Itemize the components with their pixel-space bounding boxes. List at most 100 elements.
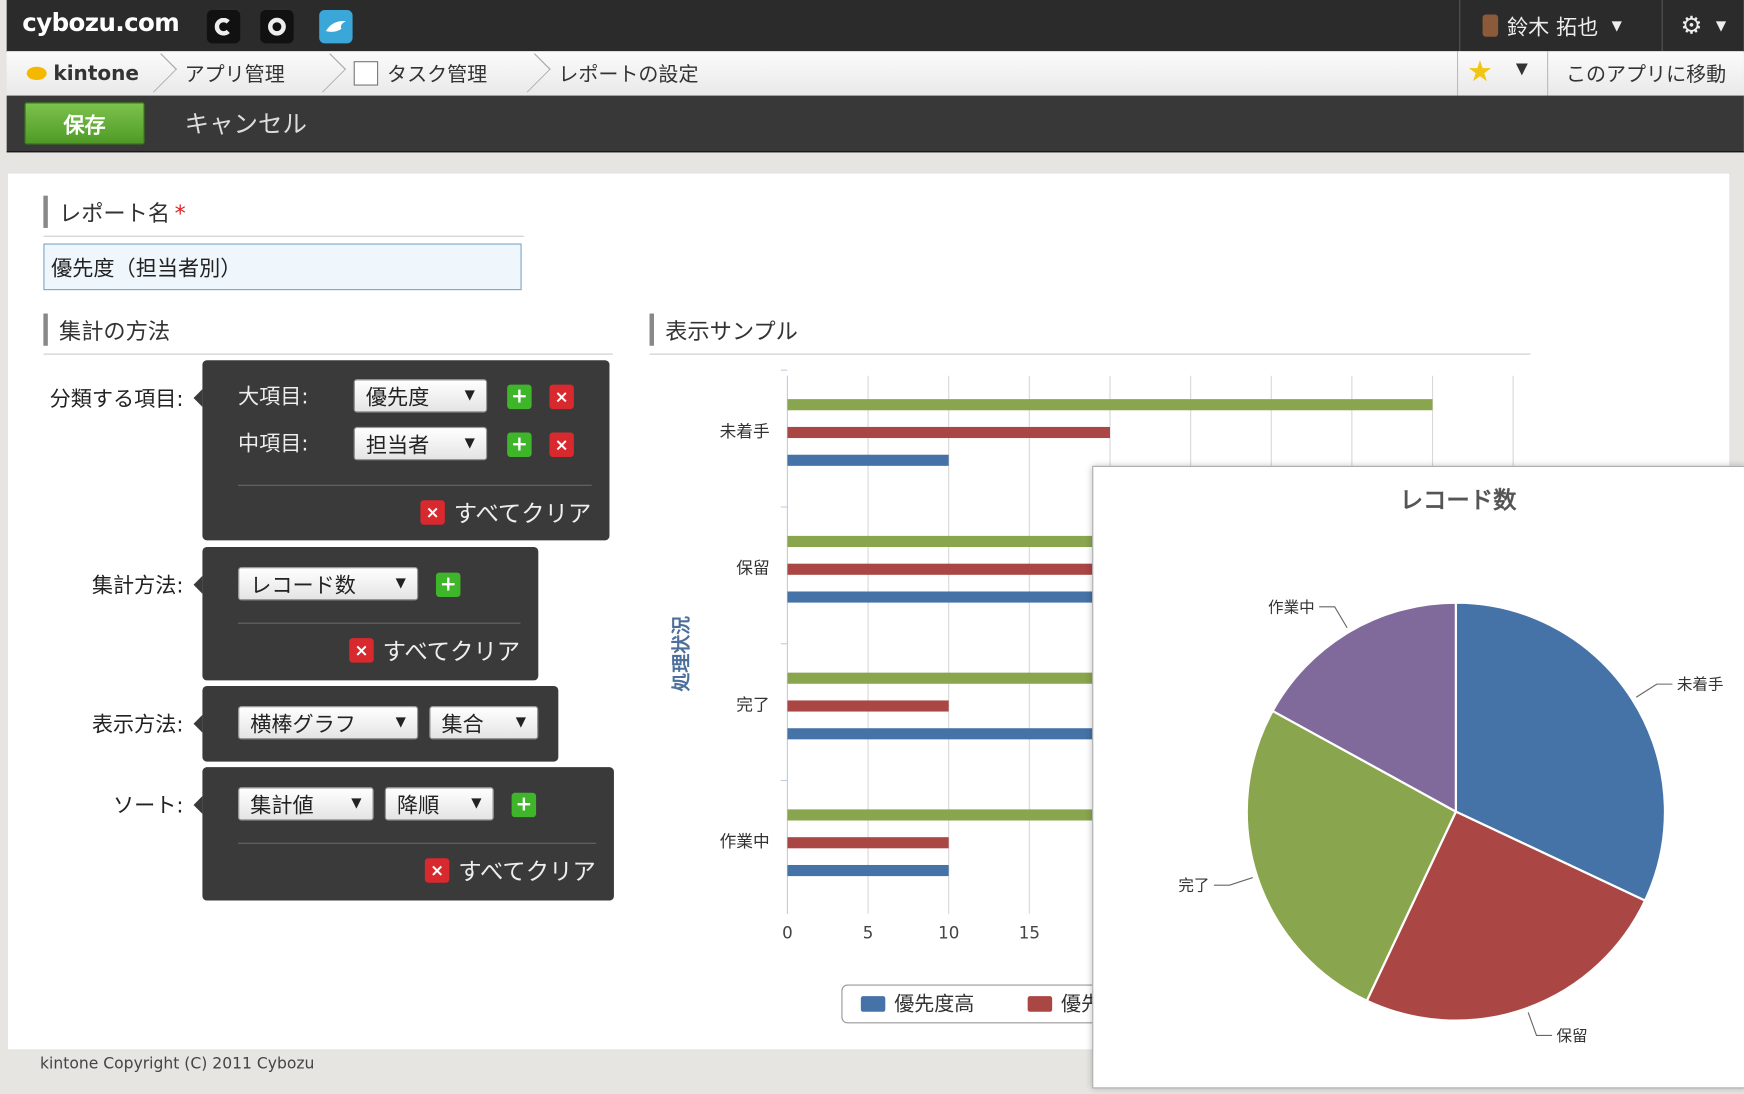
save-button[interactable]: 保存 <box>24 102 145 145</box>
sort-label: ソート: <box>112 793 184 819</box>
circle-icon[interactable] <box>260 10 294 44</box>
close-icon: × <box>424 858 450 883</box>
pie-chart-popup: レコード数 未着手 保留 完了 作業中 <box>1092 465 1744 1089</box>
bar <box>787 864 949 877</box>
minor-item-label: 中項目: <box>238 431 309 456</box>
chevron-down-icon[interactable]: ▼ <box>1516 60 1528 78</box>
footer: kintone Copyright (C) 2011 Cybozu <box>7 1050 1119 1083</box>
sample-heading: 表示サンプル <box>649 313 798 346</box>
chart-type-select[interactable]: 横棒グラフ ▼ <box>238 705 419 740</box>
chevron-down-icon: ▼ <box>471 794 482 811</box>
x-tick-label: 5 <box>863 923 874 942</box>
c-icon[interactable] <box>206 10 241 44</box>
settings-menu[interactable]: ⚙ ▼ <box>1661 0 1744 52</box>
report-name-label: レポート名 <box>58 200 171 227</box>
sort-order-value: 降順 <box>397 793 440 818</box>
breadcrumb-separator <box>525 51 541 95</box>
legend-label: 優先度高 <box>894 992 974 1016</box>
method-value: レコード数 <box>250 573 356 598</box>
pie-leader-line <box>1527 1012 1553 1037</box>
bar <box>787 700 949 712</box>
chart-mode-select[interactable]: 集合 ▼ <box>429 705 539 740</box>
method-panel: レコード数 ▼ + × すべてクリア <box>193 547 539 681</box>
divider <box>238 622 521 624</box>
clear-group-button[interactable]: × すべてクリア <box>420 496 591 529</box>
sort-order-select[interactable]: 降順 ▼ <box>384 787 494 821</box>
clear-label: すべてクリア <box>382 638 521 665</box>
add-minor-button[interactable]: + <box>507 432 532 457</box>
add-major-button[interactable]: + <box>507 384 532 410</box>
chevron-down-icon: ▼ <box>1611 17 1622 34</box>
display-label: 表示方法: <box>91 712 184 738</box>
breadcrumb-app-admin[interactable]: アプリ管理 <box>185 51 285 95</box>
category-label: 保留 <box>736 559 769 578</box>
sort-field-select[interactable]: 集計値 ▼ <box>238 787 374 821</box>
bar <box>787 837 949 849</box>
major-item-value: 優先度 <box>365 385 430 410</box>
avatar <box>1482 14 1499 37</box>
method-select[interactable]: レコード数 ▼ <box>238 567 419 601</box>
y-axis-label: 処理状況 <box>669 616 692 692</box>
gear-icon: ⚙ <box>1680 11 1703 40</box>
method-label: 集計方法: <box>91 573 184 599</box>
bar <box>787 454 949 466</box>
close-icon: × <box>349 638 374 663</box>
bar <box>787 591 1110 603</box>
legend-swatch <box>860 996 886 1012</box>
aggregation-heading: 集計の方法 <box>43 313 170 346</box>
breadcrumb-home[interactable]: kintone <box>26 51 139 95</box>
star-icon[interactable]: ★ <box>1467 56 1493 89</box>
add-method-button[interactable]: + <box>435 572 461 598</box>
pie-label: 作業中 <box>1268 598 1315 616</box>
remove-minor-button[interactable]: × <box>549 432 574 457</box>
cybozu-logo[interactable]: cybozu.com <box>22 10 180 38</box>
user-menu[interactable]: 鈴木 拓也 ▼ <box>1459 0 1655 52</box>
required-mark: * <box>174 200 186 227</box>
go-to-app-link[interactable]: このアプリに移動 <box>1547 51 1726 96</box>
divider <box>43 235 524 237</box>
major-item-select[interactable]: 優先度 ▼ <box>353 379 488 413</box>
x-tick-label: 15 <box>1019 923 1040 942</box>
group-by-label: 分類する項目: <box>49 386 184 412</box>
pie-title: レコード数 <box>1400 486 1517 514</box>
display-panel: 横棒グラフ ▼ 集合 ▼ <box>193 685 559 762</box>
kintone-icon <box>26 66 47 81</box>
clear-label: すべてクリア <box>458 858 596 885</box>
bar <box>787 563 1110 575</box>
minor-item-select[interactable]: 担当者 ▼ <box>353 426 488 461</box>
major-item-label: 大項目: <box>238 384 309 410</box>
breadcrumb-report-settings: レポートの設定 <box>558 63 699 87</box>
report-name-heading: レポート名 * <box>43 195 186 228</box>
sort-field-value: 集計値 <box>250 793 314 818</box>
sort-panel: 集計値 ▼ 降順 ▼ + × すべてクリア <box>193 767 614 901</box>
bird-icon[interactable] <box>319 10 353 44</box>
pie-label: 保留 <box>1557 1027 1588 1045</box>
report-name-input[interactable]: 優先度（担当者別） <box>43 243 522 291</box>
chart-mode-value: 集合 <box>441 712 484 737</box>
cancel-button[interactable]: キャンセル <box>185 105 307 141</box>
minor-item-value: 担当者 <box>365 433 430 458</box>
chevron-down-icon: ▼ <box>515 713 527 730</box>
divider <box>43 353 613 355</box>
chevron-down-icon: ▼ <box>1715 17 1727 34</box>
remove-major-button[interactable]: × <box>549 384 574 410</box>
pie-leader-line <box>1635 683 1673 698</box>
x-tick-label: 10 <box>938 923 959 942</box>
group-by-panel: 大項目: 優先度 ▼ + × 中項目: 担当者 ▼ + × × すべてクリア <box>193 360 610 541</box>
global-header: cybozu.com 鈴木 拓也 ▼ ⚙ ▼ <box>6 0 1744 53</box>
category-label: 未着手 <box>720 422 770 441</box>
breadcrumb-task-app[interactable]: タスク管理 <box>353 51 487 95</box>
add-sort-button[interactable]: + <box>511 792 537 818</box>
category-label: 完了 <box>736 695 769 714</box>
close-icon: × <box>420 500 445 525</box>
pie-leader-line <box>1319 606 1348 629</box>
clear-sort-button[interactable]: × すべてクリア <box>424 854 596 887</box>
chart-type-value: 横棒グラフ <box>250 712 356 737</box>
chevron-down-icon: ▼ <box>351 794 362 811</box>
divider <box>238 842 597 844</box>
chevron-down-icon: ▼ <box>464 434 475 451</box>
bar <box>787 426 1110 439</box>
user-name: 鈴木 拓也 <box>1507 15 1599 40</box>
clear-method-button[interactable]: × すべてクリア <box>349 634 520 667</box>
pie-chart: レコード数未着手保留 完了 作業中 <box>1178 486 1723 1045</box>
